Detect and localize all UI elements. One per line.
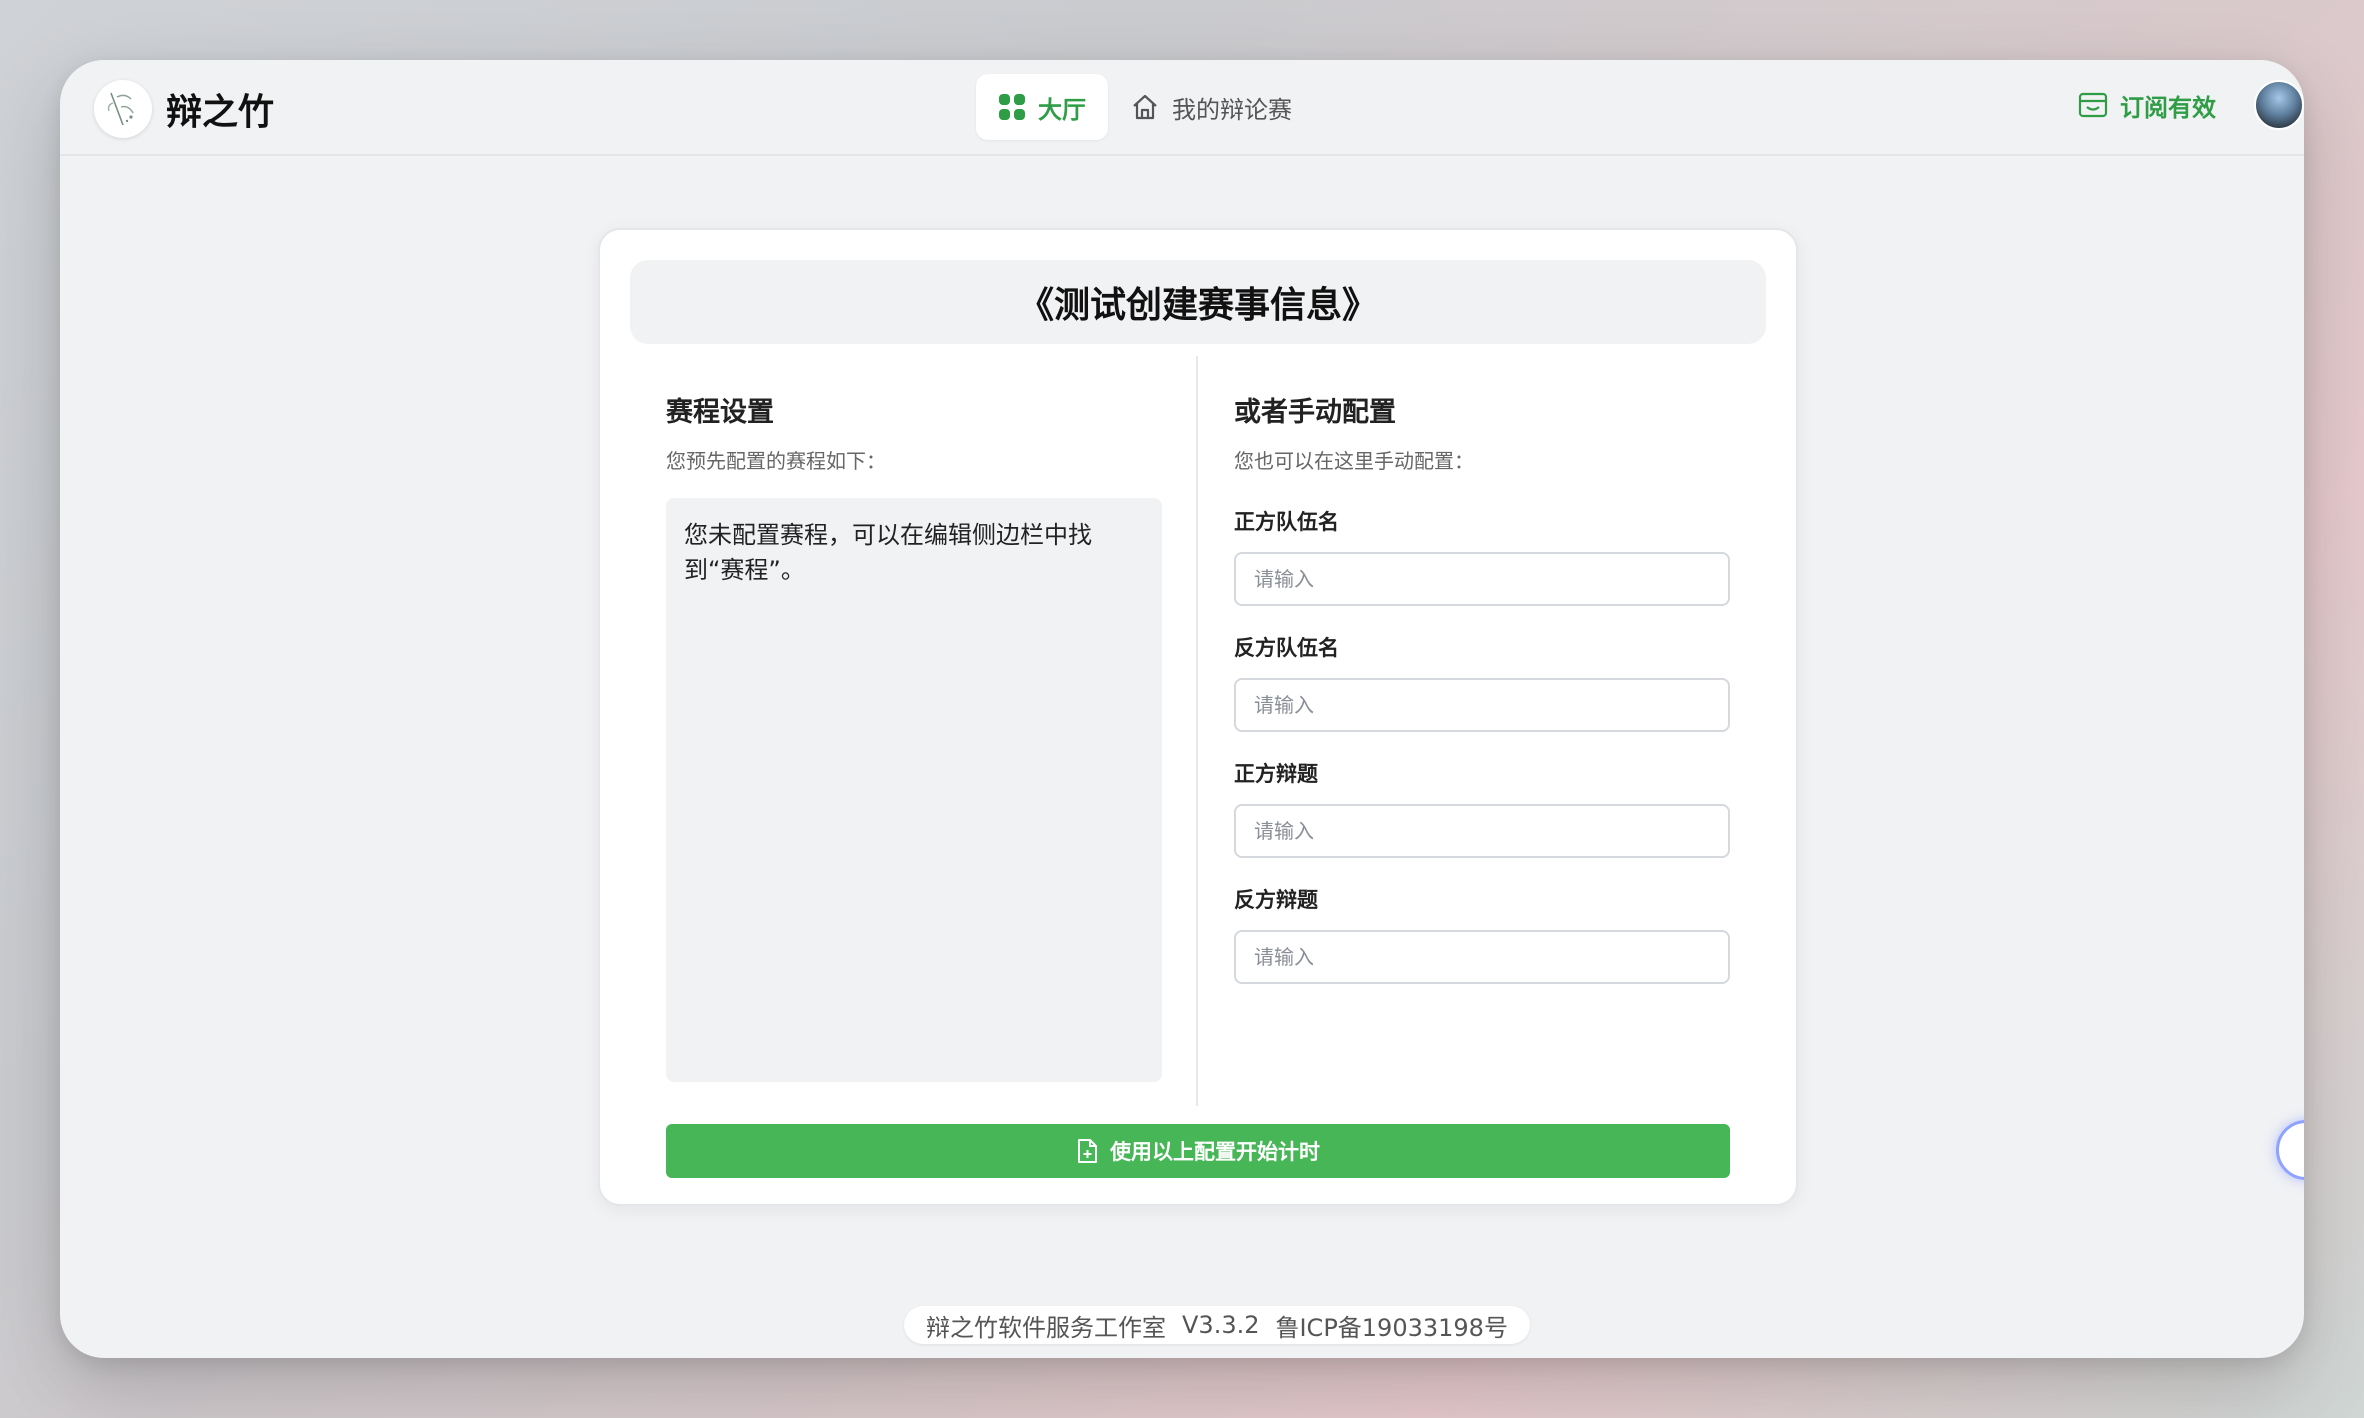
schedule-empty-message: 您未配置赛程，可以在编辑侧边栏中找到“赛程”。 — [684, 521, 1092, 584]
file-add-icon — [1076, 1138, 1098, 1164]
schedule-subtitle: 您预先配置的赛程如下： — [666, 449, 886, 473]
tab-hall-label: 大厅 — [1038, 95, 1086, 124]
negative-team-label: 反方队伍名 — [1234, 636, 1339, 660]
nav-right: 订阅有效 — [2078, 80, 2304, 130]
start-timer-button[interactable]: 使用以上配置开始计时 — [666, 1124, 1730, 1178]
footer-icp-link[interactable]: 鲁ICP备19033198号 — [1275, 1308, 1507, 1343]
subscription-status[interactable]: 订阅有效 — [2078, 88, 2216, 123]
app-window: 辩之竹 大厅 我的辩论赛 订阅有效 《测试创建赛事信息》 赛程设置 您预先配置的… — [60, 60, 2304, 1358]
column-divider — [1196, 356, 1198, 1106]
footer-studio: 辩之竹软件服务工作室 — [926, 1313, 1166, 1342]
negative-topic-input[interactable] — [1234, 930, 1730, 984]
footer: 辩之竹软件服务工作室 V3.3.2 鲁ICP备19033198号 — [904, 1306, 1530, 1344]
page-title: 《测试创建赛事信息》 — [630, 260, 1766, 344]
manual-title: 或者手动配置 — [1234, 397, 1396, 428]
wallet-icon — [2078, 91, 2108, 119]
bamboo-logo-icon — [94, 80, 152, 138]
brand[interactable]: 辩之竹 — [94, 80, 274, 138]
manual-config-section: 或者手动配置 您也可以在这里手动配置： 正方队伍名 反方队伍名 正方辩题 反方辩… — [1234, 390, 1730, 984]
start-timer-label: 使用以上配置开始计时 — [1110, 1140, 1320, 1164]
main-nav: 大厅 我的辩论赛 — [976, 74, 1314, 140]
affirmative-team-input[interactable] — [1234, 552, 1730, 606]
tab-hall[interactable]: 大厅 — [976, 74, 1108, 140]
affirmative-topic-input[interactable] — [1234, 804, 1730, 858]
footer-version: V3.3.2 — [1182, 1311, 1260, 1339]
match-config-card: 《测试创建赛事信息》 赛程设置 您预先配置的赛程如下： 您未配置赛程，可以在编辑… — [598, 228, 1798, 1206]
top-navbar: 辩之竹 大厅 我的辩论赛 订阅有效 — [60, 60, 2304, 156]
tab-my-debates[interactable]: 我的辩论赛 — [1108, 74, 1314, 140]
avatar[interactable] — [2254, 80, 2304, 130]
subscription-label: 订阅有效 — [2120, 93, 2216, 122]
negative-topic-label: 反方辩题 — [1234, 888, 1318, 912]
schedule-section: 赛程设置 您预先配置的赛程如下： 您未配置赛程，可以在编辑侧边栏中找到“赛程”。 — [666, 390, 1162, 1082]
manual-subtitle: 您也可以在这里手动配置： — [1234, 449, 1474, 473]
schedule-box: 您未配置赛程，可以在编辑侧边栏中找到“赛程”。 — [666, 498, 1162, 1082]
floating-assistant-icon[interactable] — [2276, 1120, 2304, 1180]
app-name: 辩之竹 — [166, 91, 275, 133]
grid-icon — [998, 93, 1026, 121]
affirmative-topic-label: 正方辩题 — [1234, 762, 1318, 786]
negative-team-input[interactable] — [1234, 678, 1730, 732]
schedule-title: 赛程设置 — [666, 397, 774, 428]
affirmative-team-label: 正方队伍名 — [1234, 510, 1339, 534]
tab-my-debates-label: 我的辩论赛 — [1172, 95, 1292, 124]
home-icon — [1130, 92, 1160, 122]
